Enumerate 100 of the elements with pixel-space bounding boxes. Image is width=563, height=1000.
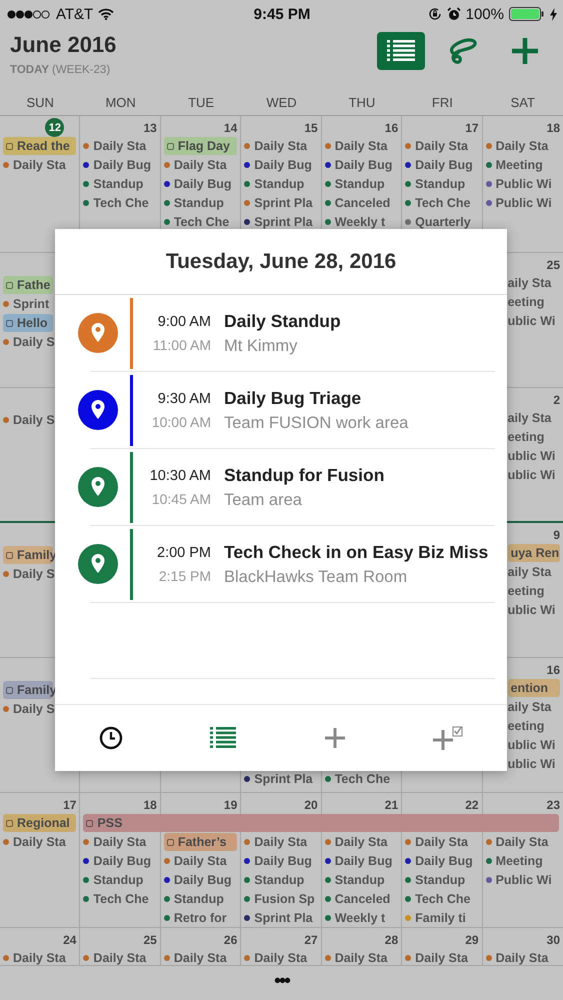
event-title[interactable]: Tech Che	[174, 215, 230, 229]
event-title[interactable]: Daily Sta	[13, 951, 66, 965]
event-name[interactable]: Daily Standup	[224, 310, 341, 332]
event-title[interactable]: aily Sta	[508, 700, 552, 714]
day-number[interactable]: 13	[143, 120, 157, 134]
day-number[interactable]: 25	[546, 258, 560, 272]
event-title[interactable]: Daily Bug	[93, 854, 152, 868]
event-title[interactable]: Standup	[415, 873, 466, 887]
event-title[interactable]: Sprint Pla	[254, 196, 313, 210]
event-title[interactable]: Standup	[174, 892, 224, 906]
day-number[interactable]: 25	[143, 932, 157, 946]
day-number[interactable]: 17	[63, 798, 76, 812]
day-number[interactable]: 19	[224, 798, 238, 812]
event-title[interactable]: Daily S	[13, 413, 55, 427]
event-title[interactable]: Daily Sta	[93, 951, 146, 965]
event-name[interactable]: Standup for Fusion	[224, 464, 384, 486]
day-number[interactable]: 9	[553, 528, 560, 542]
all-day-event[interactable]: Fathe	[3, 276, 53, 294]
event-name[interactable]: Daily Bug Triage	[224, 388, 408, 408]
all-day-event[interactable]: uya Ren	[508, 544, 560, 562]
day-number[interactable]: 16	[384, 120, 398, 134]
event-title[interactable]: Daily Bug	[254, 854, 312, 868]
event-title[interactable]: Standup	[93, 873, 144, 887]
event-title[interactable]: Daily Bug	[415, 158, 473, 172]
event-title[interactable]: Public Wi	[496, 873, 552, 887]
event-title[interactable]: Daily Sta	[496, 835, 548, 849]
event-title[interactable]: Standup	[93, 177, 144, 191]
event-title[interactable]: Daily Sta	[13, 835, 66, 849]
event-title[interactable]: Daily Sta	[415, 951, 468, 965]
event-title[interactable]: Meeting	[496, 854, 543, 868]
event-title[interactable]: Daily Bug	[93, 158, 152, 172]
event-title[interactable]: ublic Wi	[508, 449, 556, 463]
event-title[interactable]: aily Sta	[508, 411, 552, 425]
event-title[interactable]: Tech Che	[93, 196, 149, 210]
day-number[interactable]: 18	[546, 120, 560, 134]
event-title[interactable]: Sprint Pla	[254, 772, 313, 786]
day-number[interactable]: 2	[553, 392, 560, 406]
event-title[interactable]: Daily Sta	[496, 139, 548, 153]
more-handle[interactable]: •••	[274, 970, 289, 992]
event-title[interactable]: Daily Sta	[415, 835, 468, 849]
event-title[interactable]: Tech Che	[415, 892, 470, 906]
event-title[interactable]: Daily Sta	[334, 835, 388, 849]
event-title[interactable]: Daily S	[13, 335, 55, 349]
day-number[interactable]: 15	[304, 120, 318, 134]
all-day-event[interactable]: Regional	[3, 814, 76, 832]
event-title[interactable]: Daily Sta	[174, 158, 227, 172]
event-title[interactable]: Daily Sta	[174, 854, 227, 868]
event-title[interactable]: Canceled	[334, 196, 390, 210]
event-title[interactable]: aily Sta	[508, 565, 552, 579]
day-number[interactable]: 28	[384, 932, 398, 946]
day-number[interactable]: 30	[546, 932, 560, 946]
all-day-event[interactable]: PSS	[83, 814, 559, 832]
event-title[interactable]: Daily Bug	[415, 854, 473, 868]
day-number[interactable]: 26	[224, 932, 238, 946]
event-title[interactable]: Daily Bug	[254, 158, 312, 172]
event-title[interactable]: Fusion Sp	[254, 892, 315, 906]
list-view-button[interactable]	[377, 32, 425, 70]
all-day-event[interactable]: Read the	[3, 137, 76, 155]
event-title[interactable]: Standup	[254, 873, 304, 887]
day-number[interactable]: 22	[465, 798, 479, 812]
day-number[interactable]: 12	[45, 118, 64, 137]
event-title[interactable]: Daily Sta	[334, 951, 388, 965]
event-title[interactable]: ublic Wi	[508, 738, 556, 752]
event-title[interactable]: Tech Che	[334, 772, 390, 786]
event-title[interactable]: Standup	[254, 177, 304, 191]
event-title[interactable]: Daily Sta	[415, 139, 468, 153]
event-title[interactable]: eeting	[508, 430, 544, 444]
event-title[interactable]: aily Sta	[508, 276, 552, 290]
event-title[interactable]: Daily Sta	[254, 951, 308, 965]
event-title[interactable]: Standup	[334, 873, 385, 887]
event-title[interactable]: Standup	[415, 177, 466, 191]
event-title[interactable]: Weekly t	[334, 215, 386, 229]
event-title[interactable]: Daily S	[13, 702, 55, 716]
event-title[interactable]: Sprint Pla	[254, 911, 313, 925]
day-number[interactable]: 23	[546, 798, 560, 812]
day-number[interactable]: 18	[143, 798, 157, 812]
event-title[interactable]: eeting	[508, 295, 544, 309]
event-title[interactable]: Daily Bug	[174, 177, 232, 191]
event-title[interactable]: Daily Bug	[174, 873, 232, 887]
event-title[interactable]: Daily Sta	[93, 835, 146, 849]
day-number[interactable]: 16	[546, 662, 560, 676]
day-number[interactable]: 24	[63, 932, 76, 946]
all-day-event[interactable]: Family	[3, 681, 53, 699]
event-title[interactable]: Weekly t	[334, 911, 386, 925]
event-title[interactable]: Daily Sta	[254, 139, 308, 153]
event-name[interactable]: Tech Check in on Easy Biz Miss	[224, 542, 488, 562]
event-title[interactable]: Meeting	[496, 158, 543, 172]
event-title[interactable]: ublic Wi	[508, 468, 556, 482]
event-title[interactable]: Sprint Pla	[254, 215, 313, 229]
event-title[interactable]: Daily Sta	[334, 139, 388, 153]
event-title[interactable]: Retro for	[174, 911, 227, 925]
event-title[interactable]: Daily Bug	[334, 158, 392, 172]
event-title[interactable]: Daily Bug	[334, 854, 392, 868]
event-title[interactable]: Public Wi	[496, 196, 552, 210]
event-title[interactable]: Daily Sta	[496, 951, 548, 965]
event-title[interactable]: Canceled	[334, 892, 390, 906]
event-title[interactable]: ublic Wi	[508, 757, 556, 771]
all-day-event[interactable]: ention	[508, 679, 560, 697]
day-number[interactable]: 27	[304, 932, 318, 946]
event-title[interactable]: Family ti	[415, 911, 466, 925]
